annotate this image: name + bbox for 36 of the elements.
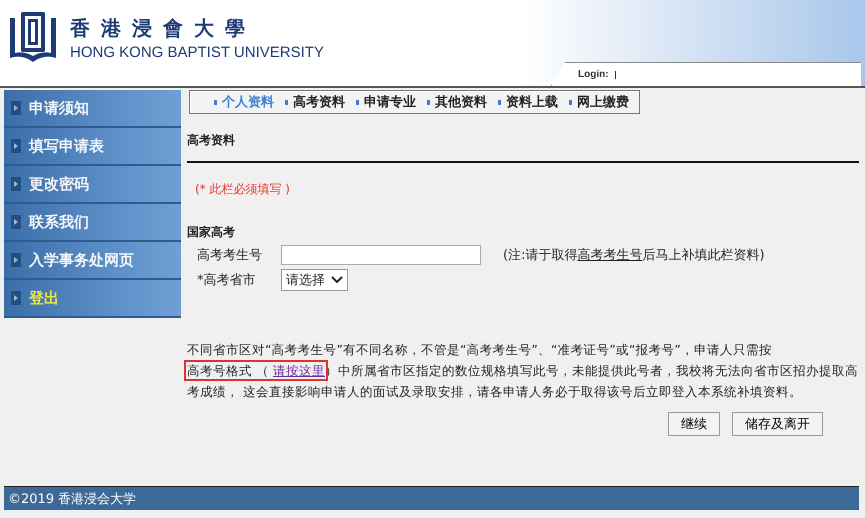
- sidebar-item[interactable]: 更改密码: [4, 166, 181, 204]
- university-name-english: HONG KONG BAPTIST UNIVERSITY: [70, 44, 324, 61]
- sidebar-item[interactable]: 填写申请表: [4, 128, 181, 166]
- field-note: (注:请于取得高考考生号后马上补填此栏资料): [503, 247, 765, 264]
- link[interactable]: 请按这里: [272, 363, 325, 378]
- bullet-icon: [214, 100, 217, 104]
- bullet-icon: [569, 100, 572, 104]
- section-title: 高考资料: [187, 132, 859, 163]
- copyright-text: ©2019 香港浸会大学: [7, 490, 136, 508]
- sidebar-item[interactable]: 联系我们: [4, 204, 181, 242]
- link[interactable]: 高考考生号: [577, 248, 642, 263]
- button[interactable]: 储存及离开: [732, 412, 823, 436]
- bullet-icon: [427, 100, 430, 104]
- tab[interactable]: 其他资料: [435, 93, 487, 111]
- bullet-icon: [285, 100, 288, 104]
- required-note: (* 此栏必须填写 ): [195, 181, 291, 198]
- tab[interactable]: 申请专业: [364, 93, 416, 111]
- dropdown[interactable]: 请选择: [281, 269, 348, 291]
- input-field[interactable]: [281, 245, 481, 265]
- tab[interactable]: 高考资料: [293, 93, 345, 111]
- login-label: Login:: [578, 69, 609, 80]
- tab[interactable]: 资料上载: [506, 93, 558, 111]
- text-cursor-icon: [614, 70, 616, 78]
- button[interactable]: 继续: [668, 412, 720, 436]
- group-title: 国家高考: [187, 224, 236, 241]
- field-label: 高考考生号: [197, 247, 263, 264]
- tab[interactable]: 网上缴费: [577, 93, 629, 111]
- sidebar-item[interactable]: 申请须知: [4, 90, 181, 128]
- sidebar-item[interactable]: 登出: [4, 280, 181, 318]
- bullet-icon: [356, 100, 359, 104]
- sidebar-item[interactable]: 入学事务处网页: [4, 242, 181, 280]
- tab[interactable]: 个人资料: [222, 93, 274, 111]
- field-label: *高考省市: [197, 272, 256, 289]
- university-name-chinese: 香 港 浸 會 大 學: [70, 15, 248, 42]
- bullet-icon: [498, 100, 501, 104]
- highlight-frame: 高考号格式 （ 请按这里: [187, 363, 325, 378]
